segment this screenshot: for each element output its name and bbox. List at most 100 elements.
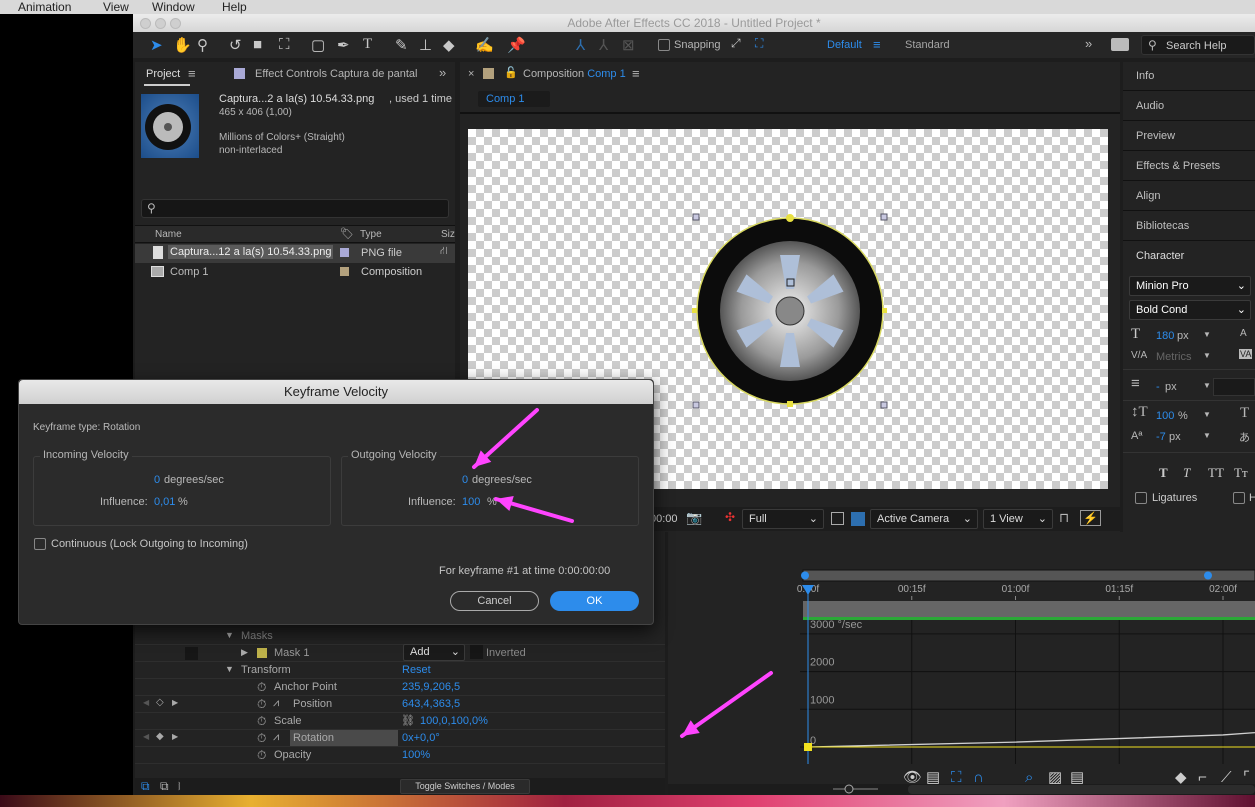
dropdown-arrow-icon[interactable]: ▼ <box>1203 431 1211 440</box>
baseline-shift-value[interactable]: -7 <box>1156 431 1166 443</box>
hand-tool-icon[interactable]: ✋ <box>173 36 192 54</box>
tab-effect-controls[interactable]: Effect Controls Captura de pantal <box>255 68 417 80</box>
snap-feature-icon[interactable]: ⛶ <box>755 36 763 51</box>
menu-help[interactable]: Help <box>222 0 247 14</box>
comp-breadcrumb[interactable]: Comp 1 <box>478 91 550 107</box>
faux-italic-icon[interactable]: T <box>1183 465 1190 481</box>
cancel-button[interactable]: Cancel <box>450 591 539 611</box>
panel-menu-icon[interactable]: ≡ <box>188 66 196 81</box>
mask-switch[interactable] <box>185 647 198 660</box>
layer-switches-icon[interactable]: ⧉ <box>141 779 150 794</box>
property-value[interactable]: 100% <box>402 749 430 761</box>
project-item[interactable]: Comp 1 Composition <box>135 263 455 282</box>
pen-tool-icon[interactable]: ✒ <box>337 36 350 54</box>
dropdown-arrow-icon[interactable]: ▼ <box>1203 330 1211 339</box>
brush-tool-icon[interactable]: ✎ <box>395 36 408 54</box>
expand-triangle-icon[interactable]: ▼ <box>225 630 234 640</box>
snapping-checkbox[interactable] <box>658 39 670 51</box>
views-select[interactable]: 1 View ⌄ <box>983 509 1053 529</box>
panel-preview[interactable]: Preview <box>1123 122 1255 151</box>
zoom-tool-icon[interactable]: ⚲ <box>197 36 208 54</box>
label-column-icon[interactable]: 🏷 <box>340 227 354 240</box>
font-size-value[interactable]: 180 <box>1156 330 1174 342</box>
panel-menu-icon[interactable]: ≡ <box>632 66 640 81</box>
world-axis-icon[interactable]: ⅄ <box>599 36 608 54</box>
next-keyframe-icon[interactable]: ▶ <box>172 698 178 707</box>
dropdown-arrow-icon[interactable]: ▼ <box>1203 351 1211 360</box>
ok-button[interactable]: OK <box>550 591 639 611</box>
timecode[interactable]: 00:00 <box>650 513 678 525</box>
view-axis-icon[interactable]: ⊠ <box>622 36 635 54</box>
reset-link[interactable]: Reset <box>402 664 431 676</box>
panel-bibliotecas[interactable]: Bibliotecas <box>1123 212 1255 241</box>
collapse-triangle-icon[interactable]: ▶ <box>241 647 248 658</box>
font-style-select[interactable]: Bold Cond ⌄ <box>1129 300 1251 320</box>
panel-audio[interactable]: Audio <box>1123 92 1255 121</box>
graph-editor-set-icon[interactable]: ⩘ <box>273 731 279 744</box>
menu-view[interactable]: View <box>103 0 129 14</box>
workspace-menu-icon[interactable]: ≡ <box>873 37 881 52</box>
stopwatch-icon[interactable]: ⏱ <box>257 748 266 763</box>
transfer-controls-icon[interactable]: ⧉ <box>160 779 169 794</box>
property-value[interactable]: 0x+0,0° <box>402 732 440 744</box>
font-family-select[interactable]: Minion Pro ⌄ <box>1129 276 1251 296</box>
stopwatch-active-icon[interactable]: ⏱ <box>257 697 266 712</box>
local-axis-icon[interactable]: ⅄ <box>576 36 585 54</box>
region-of-interest-icon[interactable] <box>831 512 844 525</box>
column-name[interactable]: Name <box>155 229 182 240</box>
all-caps-icon[interactable]: TT <box>1208 465 1224 481</box>
snapshot-icon[interactable]: 📷 <box>686 510 702 526</box>
prev-keyframe-icon[interactable]: ◀ <box>143 732 149 741</box>
roto-brush-tool-icon[interactable]: ✍ <box>475 36 494 54</box>
property-value[interactable]: 100,0,100,0% <box>420 715 488 727</box>
stroke-type-select[interactable] <box>1213 378 1255 396</box>
camera-tool-icon[interactable]: ■ <box>253 36 262 53</box>
property-value[interactable]: 235,9,206,5 <box>402 681 460 693</box>
stopwatch-icon[interactable]: ⏱ <box>257 680 266 695</box>
close-window-button[interactable] <box>140 18 151 29</box>
snap-option-icon[interactable]: ⤢ <box>731 36 741 51</box>
column-type[interactable]: Type <box>360 229 382 240</box>
selection-tool-icon[interactable]: ➤ <box>150 36 163 54</box>
toggle-view-icon[interactable]: ⊓ <box>1059 510 1069 526</box>
workspace-standard[interactable]: Standard <box>905 39 950 51</box>
fast-previews-icon[interactable]: ⚡ <box>1080 510 1101 526</box>
inverted-checkbox[interactable] <box>470 645 483 659</box>
panel-align[interactable]: Align <box>1123 182 1255 211</box>
in-out-panes-icon[interactable]: ⧘ <box>178 779 181 794</box>
search-help-field[interactable]: ⚲ Search Help <box>1141 35 1255 55</box>
tab-composition[interactable]: Composition Comp 1 <box>523 68 626 80</box>
project-item[interactable]: Captura...12 a la(s) 10.54.33.png PNG fi… <box>135 244 455 263</box>
hindi-digits-checkbox[interactable] <box>1233 492 1245 504</box>
more-tabs-icon[interactable]: » <box>439 65 446 80</box>
more-workspaces-icon[interactable]: » <box>1085 36 1092 51</box>
incoming-influence-value[interactable]: 0,01 <box>154 496 175 508</box>
footage-name[interactable]: Captura...2 a la(s) 10.54.33.png <box>219 93 374 105</box>
add-keyframe-icon[interactable]: ◇ <box>156 697 164 708</box>
mask1-label[interactable]: Mask 1 <box>274 647 309 659</box>
panel-info[interactable]: Info <box>1123 62 1255 91</box>
rectangle-tool-icon[interactable]: ▢ <box>311 36 325 54</box>
outgoing-velocity-value[interactable]: 0 <box>462 474 468 486</box>
stroke-width-value[interactable]: - <box>1156 381 1160 393</box>
faux-bold-icon[interactable]: T <box>1159 465 1168 481</box>
incoming-velocity-value[interactable]: 0 <box>154 474 160 486</box>
transparency-grid-icon[interactable] <box>851 512 865 526</box>
clone-stamp-tool-icon[interactable]: ⊥ <box>419 36 432 54</box>
workspace-default[interactable]: Default <box>827 39 862 51</box>
camera-select[interactable]: Active Camera ⌄ <box>870 509 978 529</box>
kerning-value[interactable]: Metrics <box>1156 351 1191 363</box>
tab-project[interactable]: Project <box>146 68 180 80</box>
outgoing-influence-value[interactable]: 100 <box>462 496 480 508</box>
column-size[interactable]: Siz <box>441 229 455 240</box>
next-keyframe-icon[interactable]: ▶ <box>172 732 178 741</box>
flowchart-icon[interactable]: ⛙ <box>440 245 448 259</box>
ligatures-checkbox[interactable] <box>1135 492 1147 504</box>
project-search-input[interactable]: ⚲ <box>141 199 449 218</box>
toggle-switches-modes-button[interactable]: Toggle Switches / Modes <box>400 779 530 794</box>
zoom-window-button[interactable] <box>170 18 181 29</box>
panel-effects-presets[interactable]: Effects & Presets <box>1123 152 1255 181</box>
small-caps-icon[interactable]: Tт <box>1234 465 1248 481</box>
graph-editor-set-icon[interactable]: ⩘ <box>273 697 279 710</box>
dropdown-arrow-icon[interactable]: ▼ <box>1203 410 1211 419</box>
